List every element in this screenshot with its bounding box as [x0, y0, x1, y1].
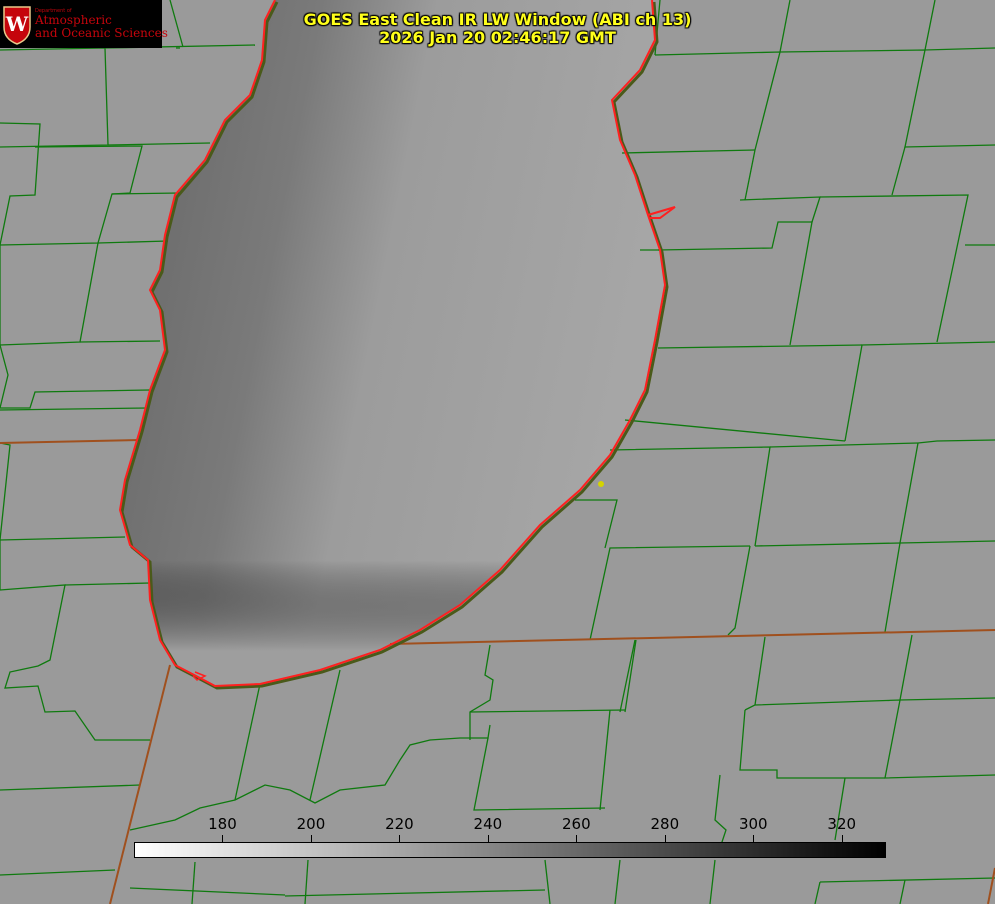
title-line-2: 2026 Jan 20 02:46:17 GMT [379, 28, 616, 47]
colorbar-tick-label: 240 [473, 815, 503, 833]
colorbar-tick-mark [310, 835, 312, 842]
colorbar-tick-label: 280 [650, 815, 680, 833]
colorbar-tick-mark [576, 835, 578, 842]
colorbar-tick-label: 180 [208, 815, 237, 833]
lake-michigan [120, 0, 665, 686]
colorbar-tick-label: 260 [562, 815, 591, 833]
colorbar-tick-label: 300 [738, 815, 768, 833]
colorbar-tick-label: 320 [827, 815, 857, 833]
colorbar-tick-label: 220 [385, 815, 414, 833]
image-title: GOES East Clean IR LW Window (ABI ch 13)… [0, 11, 995, 47]
colorbar [134, 842, 886, 858]
colorbar-tick-mark [399, 835, 401, 842]
location-marker [598, 481, 604, 487]
colorbar-tick-mark [841, 835, 843, 842]
map-canvas [0, 0, 995, 904]
colorbar-tick-mark [664, 835, 666, 842]
colorbar-tick-mark [222, 835, 224, 842]
colorbar-tick-mark [753, 835, 755, 842]
colorbar-tick-label: 200 [296, 815, 326, 833]
satellite-image: W Department of Atmospheric and Oceanic … [0, 0, 995, 904]
colorbar-tick-mark [487, 835, 489, 842]
title-line-1: GOES East Clean IR LW Window (ABI ch 13) [303, 10, 692, 29]
